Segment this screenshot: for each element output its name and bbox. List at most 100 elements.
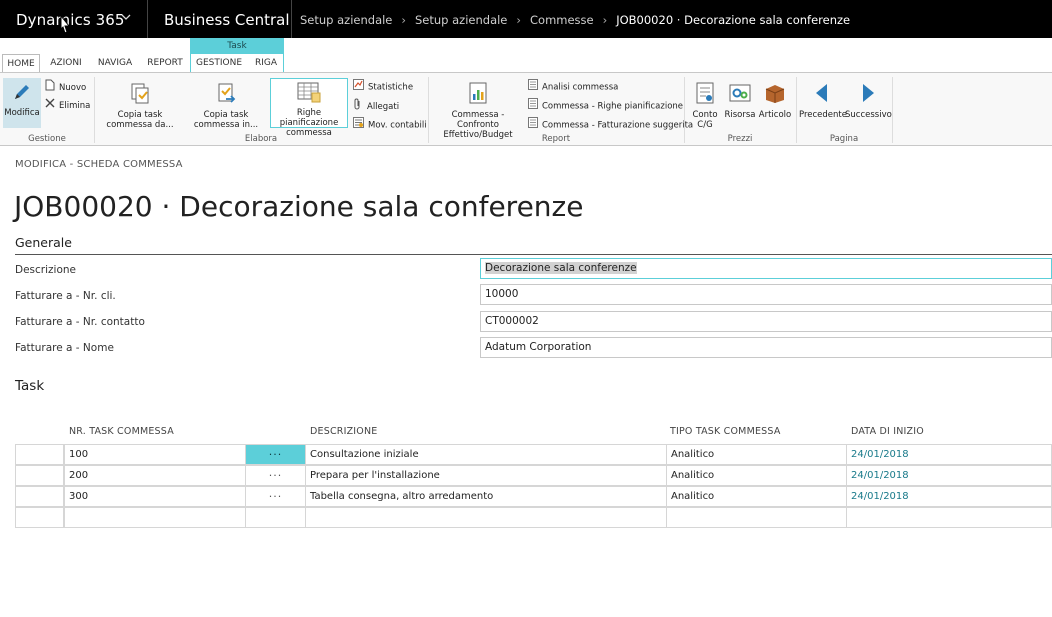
field-label-nr-contatto: Fatturare a - Nr. contatto: [15, 316, 145, 328]
nome-field[interactable]: Adatum Corporation: [480, 337, 1052, 358]
cell-data[interactable]: 24/01/2018: [846, 465, 1052, 486]
risorsa-label: Risorsa: [724, 110, 756, 120]
cell-descrizione[interactable]: [305, 507, 667, 528]
mov-contabili-label: Mov. contabili: [368, 120, 427, 131]
mov-contabili-button[interactable]: Mov. contabili: [353, 117, 427, 131]
cell-nr[interactable]: 100: [64, 444, 246, 465]
section-divider: [15, 254, 1052, 255]
risorsa-button[interactable]: Risorsa: [723, 81, 757, 120]
cell-data[interactable]: 24/01/2018: [846, 486, 1052, 507]
tab-gestione[interactable]: GESTIONE: [193, 54, 245, 73]
row-menu-button[interactable]: ···: [245, 444, 306, 465]
breadcrumb: Setup aziendale › Setup aziendale › Commesse…: [300, 13, 850, 27]
row-selector[interactable]: [15, 507, 64, 528]
section-heading-task[interactable]: Task: [15, 378, 44, 394]
chevron-right-icon: ›: [602, 13, 608, 27]
chevron-down-icon[interactable]: [121, 12, 131, 25]
breadcrumb-item[interactable]: Setup aziendale: [300, 13, 392, 27]
modifica-button[interactable]: Modifica: [4, 81, 40, 118]
elimina-button[interactable]: Elimina: [45, 98, 90, 112]
elimina-label: Elimina: [59, 101, 91, 111]
copia-task-in-button[interactable]: Copia task commessa in...: [184, 81, 268, 130]
ribbon: Modifica Nuovo Elimina Gestione Copia ta…: [0, 72, 1052, 146]
cell-tipo[interactable]: Analitico: [666, 465, 847, 486]
fatturazione-suggerita-button[interactable]: Commessa - Fatturazione suggerita: [528, 117, 693, 131]
cell-tipo[interactable]: [666, 507, 847, 528]
cell-descrizione[interactable]: Consultazione iniziale: [305, 444, 667, 465]
context-tab-label: Task: [190, 38, 284, 54]
cell-data[interactable]: [846, 507, 1052, 528]
righe-pianificazione-report-button[interactable]: Commessa - Righe pianificazione: [528, 98, 683, 112]
group-label-pagina: Pagina: [829, 134, 859, 144]
ledger-entries-icon: [353, 117, 364, 133]
tab-azioni[interactable]: AZIONI: [46, 54, 86, 73]
cell-nr[interactable]: 300: [64, 486, 246, 507]
field-label-nome: Fatturare a - Nome: [15, 342, 114, 354]
copia-task-da-button[interactable]: Copia task commessa da...: [97, 81, 183, 130]
cell-nr[interactable]: [64, 507, 246, 528]
pencil-icon: [4, 81, 40, 106]
gl-account-icon: [688, 81, 722, 108]
table-row[interactable]: 100 ··· Consultazione iniziale Analitico…: [15, 444, 1052, 465]
statistics-icon: [353, 79, 364, 95]
tab-home[interactable]: HOME: [2, 54, 40, 73]
descrizione-field[interactable]: Decorazione sala conferenze: [480, 258, 1052, 279]
breadcrumb-item[interactable]: Commesse: [530, 13, 594, 27]
nuovo-label: Nuovo: [59, 83, 87, 93]
nr-cli-field[interactable]: 10000: [480, 284, 1052, 305]
row-selector[interactable]: [15, 486, 64, 507]
analisi-label: Analisi commessa: [542, 82, 619, 93]
nr-contatto-field[interactable]: CT000002: [480, 311, 1052, 332]
cell-nr[interactable]: 200: [64, 465, 246, 486]
tab-naviga[interactable]: NAVIGA: [94, 54, 136, 73]
row-selector[interactable]: [15, 444, 64, 465]
analisi-commessa-button[interactable]: Analisi commessa: [528, 79, 618, 93]
product-name[interactable]: Business Central: [164, 11, 290, 29]
row-selector[interactable]: [15, 465, 64, 486]
column-header-nr-task[interactable]: NR. TASK COMMESSA: [69, 426, 174, 437]
cell-descrizione[interactable]: Tabella consegna, altro arredamento: [305, 486, 667, 507]
cell-tipo[interactable]: Analitico: [666, 486, 847, 507]
allegati-label: Allegati: [367, 102, 400, 112]
cell-descrizione[interactable]: Prepara per l'installazione: [305, 465, 667, 486]
statistiche-button[interactable]: Statistiche: [353, 79, 413, 93]
report-chart-icon: [431, 81, 525, 108]
nuovo-button[interactable]: Nuovo: [45, 79, 86, 93]
precedente-label: Precedente: [799, 110, 847, 120]
topbar-divider: [291, 0, 292, 38]
tab-report[interactable]: REPORT: [144, 54, 186, 73]
table-row[interactable]: 200 ··· Prepara per l'installazione Anal…: [15, 465, 1052, 486]
report-icon: [528, 98, 538, 114]
chevron-right-icon: ›: [516, 13, 521, 27]
row-menu-button[interactable]: ···: [245, 486, 306, 507]
mouse-cursor-icon: [58, 14, 72, 39]
planning-grid-icon: [270, 81, 348, 106]
tab-riga[interactable]: RIGA: [251, 54, 281, 73]
arrow-left-icon: [799, 81, 845, 108]
conto-label: Conto C/G: [692, 110, 718, 130]
row-menu-button[interactable]: ···: [245, 465, 306, 486]
allegati-button[interactable]: Allegati: [353, 98, 399, 112]
articolo-button[interactable]: Articolo: [757, 81, 793, 120]
column-header-descrizione[interactable]: DESCRIZIONE: [310, 426, 377, 437]
report-icon: [528, 79, 538, 95]
conto-cg-button[interactable]: Conto C/G: [688, 81, 722, 130]
column-header-data-inizio[interactable]: DATA DI INIZIO: [851, 426, 924, 437]
table-row[interactable]: 300 ··· Tabella consegna, altro arredame…: [15, 486, 1052, 507]
copy-from-icon: [97, 81, 183, 108]
row-menu-button[interactable]: [245, 507, 306, 528]
table-row-empty[interactable]: [15, 507, 1052, 528]
column-header-tipo-task[interactable]: TIPO TASK COMMESSA: [670, 426, 781, 437]
cell-data[interactable]: 24/01/2018: [846, 444, 1052, 465]
precedente-button[interactable]: Precedente: [799, 81, 847, 120]
arrow-right-icon: [845, 81, 891, 108]
successivo-button[interactable]: Successivo: [845, 81, 892, 120]
fatturazione-label: Commessa - Fatturazione suggerita: [542, 120, 694, 131]
confronto-effettivo-budget-button[interactable]: Commessa - Confronto Effettivo/Budget: [431, 81, 525, 140]
modifica-label: Modifica: [4, 108, 40, 118]
breadcrumb-item[interactable]: Setup aziendale: [415, 13, 507, 27]
section-heading-generale[interactable]: Generale: [15, 235, 72, 250]
cell-tipo[interactable]: Analitico: [666, 444, 847, 465]
righe-pianificazione-button[interactable]: Righe pianificazione commessa: [270, 81, 348, 138]
new-document-icon: [45, 79, 55, 96]
